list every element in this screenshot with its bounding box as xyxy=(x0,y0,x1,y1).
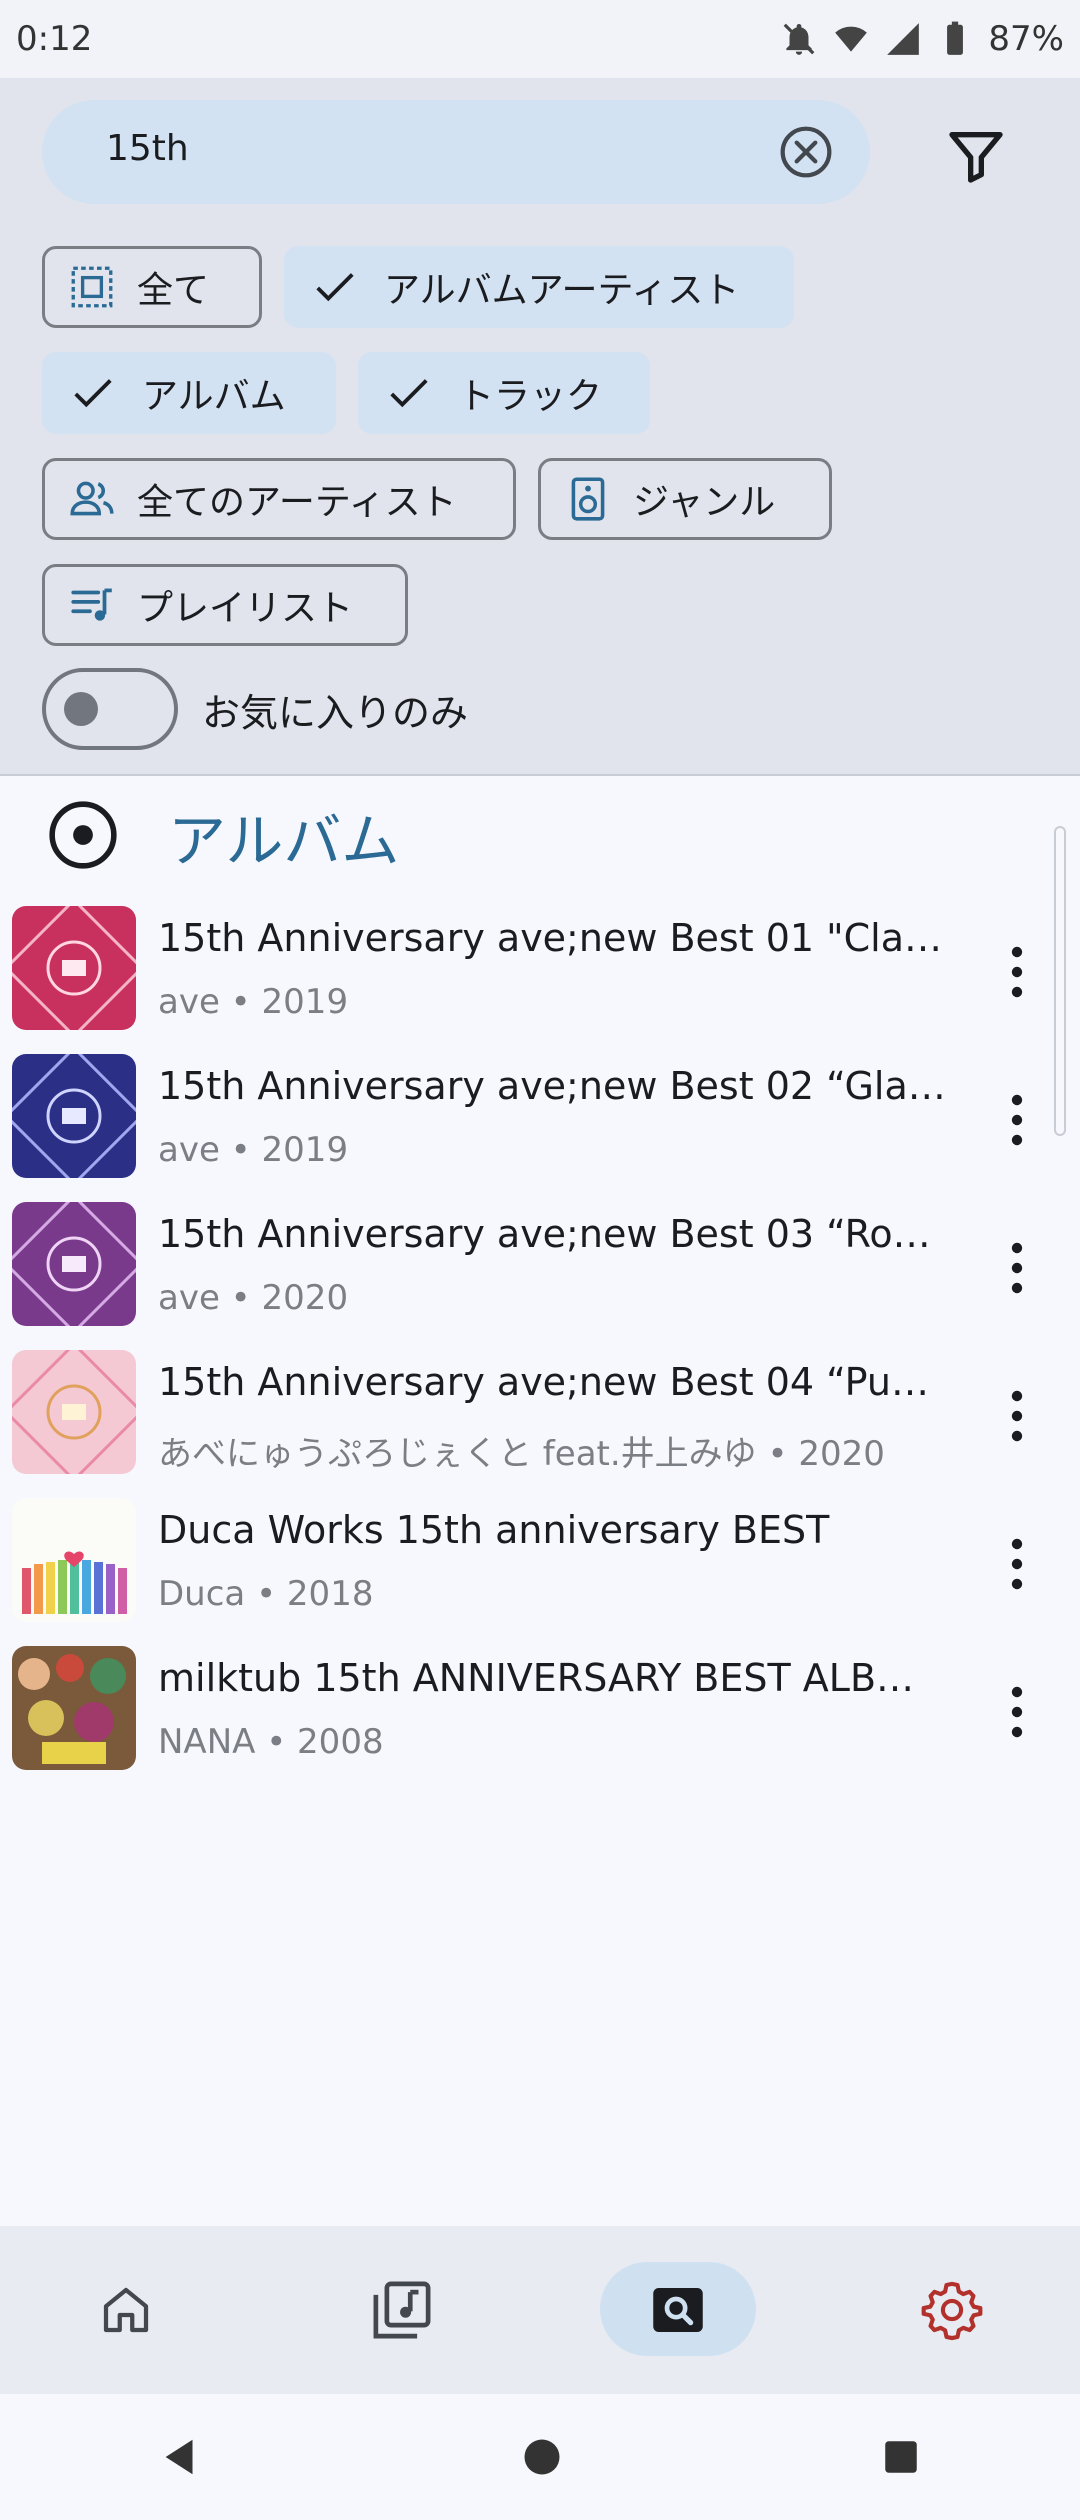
chip-album[interactable]: アルバム xyxy=(42,352,336,434)
people-icon xyxy=(70,481,114,516)
status-time: 0:12 xyxy=(16,19,93,59)
chip-all-label: 全て xyxy=(137,270,210,311)
search-panel: 15th 全て アルバムアーティスト アルバム トラック 全てのアーティスト ジ… xyxy=(0,78,1080,776)
more-vert-icon[interactable] xyxy=(992,1090,1042,1150)
album-subtitle: ave • 2019 xyxy=(158,982,349,1022)
album-subtitle: ave • 2019 xyxy=(158,1130,349,1170)
recents-icon[interactable] xyxy=(880,2436,922,2478)
more-vert-icon[interactable] xyxy=(992,942,1042,1002)
album-cover xyxy=(12,1646,136,1770)
nav-settings[interactable] xyxy=(872,2226,1032,2394)
album-title: milktub 15th ANNIVERSARY BEST ALB… xyxy=(158,1656,915,1700)
album-title: 15th Anniversary ave;new Best 03 “Ro… xyxy=(158,1212,931,1256)
toggle-knob xyxy=(64,692,98,726)
speaker-icon xyxy=(571,477,605,521)
more-vert-icon[interactable] xyxy=(992,1682,1042,1742)
section-title: アルバム xyxy=(168,807,400,875)
chip-all-artists-label: 全てのアーティスト xyxy=(137,482,457,523)
gear-icon xyxy=(921,2281,983,2341)
album-row[interactable]: 15th Anniversary ave;new Best 02 “Gla… a… xyxy=(0,1054,1080,1202)
filter-icon[interactable] xyxy=(944,124,1008,188)
check-icon xyxy=(316,273,354,302)
check-icon xyxy=(74,379,112,408)
chip-genre-label: ジャンル xyxy=(633,482,776,523)
wifi-icon xyxy=(835,26,868,52)
album-cover xyxy=(12,1498,136,1622)
signal-icon xyxy=(887,23,920,55)
chip-playlist[interactable]: プレイリスト xyxy=(42,564,408,646)
album-subtitle: ave • 2020 xyxy=(158,1278,349,1318)
favorites-toggle-label: お気に入りのみ xyxy=(202,691,469,735)
album-cover xyxy=(12,1202,136,1326)
album-title: 15th Anniversary ave;new Best 01 "Cla… xyxy=(158,916,942,960)
album-row[interactable]: Duca Works 15th anniversary BEST Duca • … xyxy=(0,1498,1080,1646)
search-query[interactable]: 15th xyxy=(106,128,189,169)
chip-album-artist[interactable]: アルバムアーティスト xyxy=(284,246,794,328)
chip-track-label: トラック xyxy=(458,376,603,417)
more-vert-icon[interactable] xyxy=(992,1386,1042,1446)
system-navigation xyxy=(0,2394,1080,2520)
album-title: Duca Works 15th anniversary BEST xyxy=(158,1508,830,1552)
bottom-navigation xyxy=(0,2226,1080,2394)
battery-level: 87% xyxy=(988,19,1064,59)
album-cover xyxy=(12,906,136,1030)
chip-all[interactable]: 全て xyxy=(42,246,262,328)
status-icons: 87% xyxy=(780,19,1064,59)
favorites-toggle[interactable] xyxy=(42,668,178,750)
chip-track[interactable]: トラック xyxy=(358,352,650,434)
bell-off-icon xyxy=(784,23,815,55)
album-title: 15th Anniversary ave;new Best 04 “Pu… xyxy=(158,1360,929,1404)
clear-search-icon[interactable] xyxy=(778,124,834,180)
library-music-icon xyxy=(373,2281,431,2339)
chip-genre[interactable]: ジャンル xyxy=(538,458,832,540)
check-icon xyxy=(390,379,428,408)
album-row[interactable]: 15th Anniversary ave;new Best 03 “Ro… av… xyxy=(0,1202,1080,1350)
select-all-icon xyxy=(71,266,113,308)
search-icon xyxy=(653,2288,703,2332)
album-subtitle: NANA • 2008 xyxy=(158,1722,384,1762)
album-row[interactable]: milktub 15th ANNIVERSARY BEST ALB… NANA … xyxy=(0,1646,1080,1794)
more-vert-icon[interactable] xyxy=(992,1534,1042,1594)
album-row[interactable]: 15th Anniversary ave;new Best 01 "Cla… a… xyxy=(0,906,1080,1054)
album-title: 15th Anniversary ave;new Best 02 “Gla… xyxy=(158,1064,946,1108)
nav-search[interactable] xyxy=(598,2226,758,2394)
chip-album-artist-label: アルバムアーティスト xyxy=(384,270,740,311)
battery-icon xyxy=(947,21,964,55)
album-subtitle: あべにゅうぷろじぇくと feat.井上みゆ • 2020 xyxy=(158,1434,885,1474)
chip-album-label: アルバム xyxy=(142,376,286,417)
album-disc-icon xyxy=(49,801,117,869)
back-icon[interactable] xyxy=(158,2434,204,2480)
album-subtitle: Duca • 2018 xyxy=(158,1574,374,1614)
nav-library[interactable] xyxy=(322,2226,482,2394)
nav-home[interactable] xyxy=(46,2226,206,2394)
chip-all-artists[interactable]: 全てのアーティスト xyxy=(42,458,516,540)
album-row[interactable]: 15th Anniversary ave;new Best 04 “Pu… あべ… xyxy=(0,1350,1080,1498)
status-bar: 0:12 87% xyxy=(0,0,1080,78)
playlist-icon xyxy=(71,588,112,621)
home-icon xyxy=(103,2287,149,2333)
search-input[interactable]: 15th xyxy=(42,100,870,204)
album-cover xyxy=(12,1054,136,1178)
home-circle-icon[interactable] xyxy=(521,2436,563,2478)
album-cover xyxy=(12,1350,136,1474)
more-vert-icon[interactable] xyxy=(992,1238,1042,1298)
chip-playlist-label: プレイリスト xyxy=(137,588,354,629)
